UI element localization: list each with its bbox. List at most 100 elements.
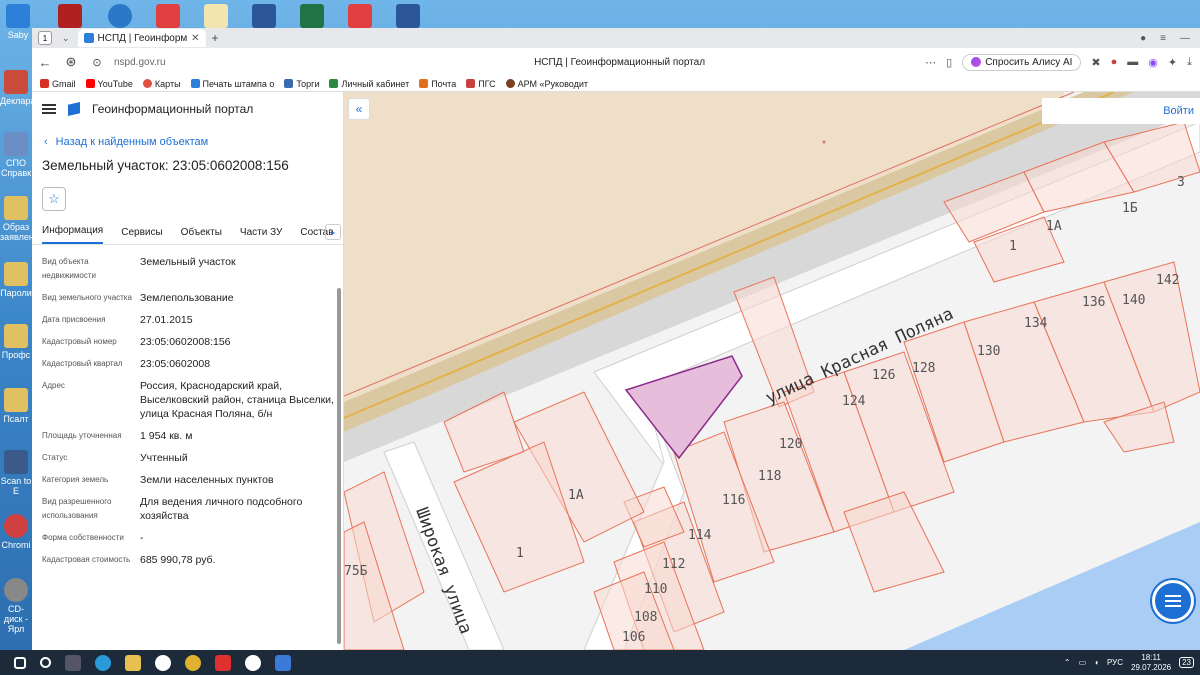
file-icon[interactable] — [204, 4, 228, 28]
extension-icon-3[interactable]: ▬ — [1127, 56, 1138, 68]
desktop-icon-passwords[interactable]: Пароли — [0, 262, 32, 298]
property-value: Земли населенных пунктов — [140, 474, 274, 486]
volume-icon[interactable]: ◖ — [1094, 658, 1099, 667]
puzzle-icon[interactable]: ✦ — [1168, 56, 1177, 69]
lock-icon[interactable]: ⊙ — [84, 56, 110, 69]
house-label: 108 — [634, 610, 657, 625]
extension-icon-1[interactable]: ✖ — [1091, 56, 1100, 69]
panel-scrollbar[interactable] — [337, 288, 341, 644]
word-file-icon-2[interactable] — [396, 4, 420, 28]
chat-icon — [1165, 595, 1181, 607]
back-arrow-icon[interactable]: ← — [32, 55, 58, 70]
property-value: Для ведения личного подсобного хозяйства — [140, 496, 303, 522]
bookmark-gmail[interactable]: Gmail — [40, 79, 76, 89]
bookmark-torgi[interactable]: Торги — [284, 79, 319, 89]
house-label: 1 — [516, 546, 524, 561]
close-icon[interactable]: ✕ — [191, 33, 199, 44]
bookmark-label: Печать штампа о — [202, 78, 275, 89]
url-field[interactable]: nspd.gov.ru — [114, 57, 314, 68]
pgs-icon — [466, 79, 476, 88]
page-title: НСПД | Геоинформационный портал — [534, 56, 706, 68]
chrome-icon[interactable] — [185, 654, 201, 671]
house-label: 136 — [1082, 295, 1105, 310]
bookmark-arm[interactable]: АРМ «Руководит — [505, 79, 588, 89]
windows-start-icon[interactable] — [14, 656, 26, 669]
yandex-icon[interactable] — [215, 654, 231, 671]
pdf-file-icon[interactable] — [156, 4, 180, 28]
ask-alice-button[interactable]: Спросить Алису AI — [962, 53, 1082, 71]
download-icon[interactable]: ⤓ — [1187, 56, 1192, 69]
bookmark-youtube[interactable]: YouTube — [85, 78, 133, 89]
language-indicator[interactable]: РУС — [1107, 658, 1123, 667]
chat-button[interactable] — [1152, 580, 1194, 622]
chevron-down-icon[interactable]: ⌄ — [62, 33, 70, 44]
search-icon[interactable] — [40, 657, 51, 668]
app-icon-flash[interactable] — [58, 4, 82, 28]
hamburger-menu-icon[interactable] — [42, 104, 56, 114]
notification-badge[interactable]: 23 — [1179, 657, 1194, 668]
house-label: 130 — [977, 344, 1000, 359]
desktop-icon-cd[interactable]: CD-диск - Ярл — [0, 578, 32, 634]
tab-objects[interactable]: Объекты — [181, 227, 222, 244]
collapse-panel-button[interactable]: « — [348, 98, 370, 120]
bookmark-label: YouTube — [97, 78, 133, 89]
property-key: Вид земельного участка — [42, 293, 132, 302]
bookmarks-bar: Gmail YouTube Карты Печать штампа о Торг… — [32, 76, 1200, 92]
object-title: Земельный участок: 23:05:0602008:156 — [42, 158, 289, 173]
desktop-icon-saby[interactable]: Saby — [2, 4, 34, 40]
login-button[interactable]: Войти — [1042, 98, 1200, 124]
house-label: 1Б — [1122, 201, 1138, 216]
pdf-file-icon-2[interactable] — [348, 4, 372, 28]
excel-file-icon[interactable] — [300, 4, 324, 28]
tab-information[interactable]: Информация — [42, 225, 104, 244]
edge-icon[interactable] — [95, 654, 111, 671]
new-tab-button[interactable]: + — [212, 31, 219, 45]
property-key: Статус — [42, 453, 68, 462]
app-c-icon[interactable] — [155, 654, 171, 671]
tab-parts[interactable]: Части ЗУ — [240, 227, 282, 244]
bookmark-mail[interactable]: Почта — [419, 79, 456, 89]
profile-icon[interactable]: ● — [1140, 33, 1146, 44]
yandex-browser-icon[interactable] — [245, 654, 261, 671]
desktop-icon-label: Пароли — [0, 288, 32, 298]
app-badge-icon[interactable] — [275, 654, 291, 671]
map-canvas[interactable]: улица Красная Поляна Широкая улица 3 1А … — [344, 92, 1200, 650]
tab-count-badge[interactable]: 1 — [38, 31, 52, 45]
cadastral-map[interactable]: улица Красная Поляна Широкая улица 3 1А … — [344, 92, 1200, 650]
desktop-icon-chromium[interactable]: Chromi — [0, 514, 32, 550]
desktop-icon-psalt[interactable]: Псалт — [0, 388, 32, 424]
arm-icon — [505, 79, 515, 88]
desktop-icon-scan[interactable]: Scan to E — [0, 450, 32, 496]
desktop-icon-declaration[interactable]: Деклара — [0, 70, 35, 106]
network-icon[interactable]: ▭ — [1079, 658, 1087, 667]
bookmark-cabinet[interactable]: Личный кабинет — [329, 79, 409, 89]
back-to-results-link[interactable]: ‹ Назад к найденным объектам — [44, 136, 343, 148]
bookmark-icon[interactable]: ▯ — [946, 56, 952, 69]
bookmark-pgs[interactable]: ПГС — [466, 79, 496, 89]
minimize-icon[interactable]: — — [1180, 33, 1190, 44]
desktop-icon-prof[interactable]: Профс — [0, 324, 32, 360]
extension-icon-2[interactable]: ● — [1111, 56, 1118, 68]
task-view-icon[interactable] — [65, 654, 81, 671]
tabs-scroll-right-icon[interactable]: ▸ — [325, 224, 341, 240]
extension-icon-4[interactable]: ◉ — [1148, 56, 1158, 69]
browser-tab[interactable]: НСПД | Геоинформационны ✕ — [77, 29, 206, 47]
tab-services[interactable]: Сервисы — [121, 227, 162, 244]
property-key: Форма собственности — [42, 533, 124, 542]
clock[interactable]: 18:11 29.07.2026 — [1131, 653, 1171, 673]
property-value: Землепользование — [140, 292, 234, 304]
word-file-icon[interactable] — [252, 4, 276, 28]
favorite-button[interactable]: ☆ — [42, 187, 66, 211]
shield-icon[interactable]: ⊛ — [58, 54, 84, 70]
menu-icon[interactable]: ≡ — [1160, 33, 1166, 44]
desktop-icon-samples[interactable]: Образ заявлен — [0, 196, 34, 242]
mail-icon — [419, 79, 429, 88]
desktop-icon-spo[interactable]: СПО Справк — [0, 132, 32, 178]
desktop-icon-label: Образ заявлен — [0, 222, 34, 242]
bookmark-maps[interactable]: Карты — [142, 79, 181, 89]
chevron-up-icon[interactable]: ⌃ — [1064, 658, 1071, 667]
file-explorer-icon[interactable] — [125, 654, 141, 671]
more-icon[interactable]: ⋯ — [925, 56, 936, 69]
app-icon-browser[interactable] — [108, 4, 132, 28]
bookmark-stamp[interactable]: Печать штампа о — [190, 78, 275, 89]
